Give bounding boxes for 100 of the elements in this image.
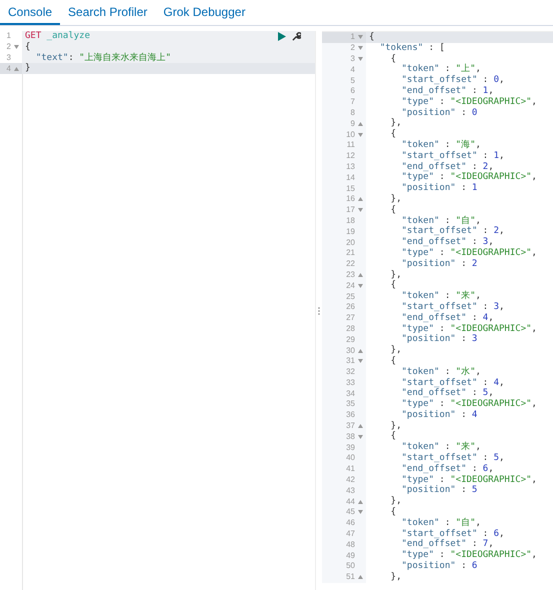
wrench-icon[interactable] bbox=[292, 32, 301, 41]
code-line: "start_offset" : 3, bbox=[400, 302, 504, 313]
code-line: "start_offset" : 1, bbox=[400, 150, 504, 162]
fold-open-icon[interactable] bbox=[358, 359, 362, 364]
code-line: "position" : 0 bbox=[400, 108, 478, 118]
fold-open-icon[interactable] bbox=[358, 56, 362, 61]
tab[interactable]: Grok Debugger bbox=[155, 0, 254, 25]
line-number: 26 bbox=[346, 303, 355, 312]
fold-open-icon[interactable] bbox=[358, 510, 362, 514]
line-number: 11 bbox=[346, 141, 355, 150]
code-line: "token" : "来", bbox=[400, 442, 481, 453]
line-number: 7 bbox=[350, 98, 355, 106]
fold-open-icon[interactable] bbox=[358, 35, 362, 40]
tab[interactable]: Search Profiler bbox=[60, 0, 156, 25]
line-number: 12 bbox=[346, 152, 355, 160]
fold-close-icon[interactable] bbox=[358, 348, 362, 352]
fold-open-icon[interactable] bbox=[358, 284, 362, 288]
code-line: { bbox=[390, 356, 396, 367]
code-line: "token" : "水", bbox=[400, 366, 481, 378]
line-number: 41 bbox=[346, 465, 355, 474]
fold-close-icon[interactable] bbox=[358, 575, 362, 580]
line-number: 23 bbox=[346, 270, 355, 279]
code-line: { bbox=[24, 42, 30, 53]
resize-handle-icon[interactable] bbox=[318, 306, 320, 314]
line-number: 3 bbox=[350, 54, 355, 63]
line-number: 8 bbox=[350, 108, 355, 117]
code-line: "token" : "上", bbox=[400, 64, 481, 75]
play-icon[interactable] bbox=[278, 32, 286, 41]
code-line: "text": "上海自来水来自海上" bbox=[34, 52, 172, 64]
code-line: { bbox=[368, 32, 374, 43]
code-line: }, bbox=[390, 496, 402, 507]
code-line: "position" : 2 bbox=[400, 258, 478, 270]
line-number: 17 bbox=[346, 206, 355, 214]
line-number: 43 bbox=[346, 486, 355, 495]
code-line: }, bbox=[390, 270, 402, 280]
code-line: { bbox=[390, 129, 396, 140]
code-line: "end_offset" : 3, bbox=[400, 237, 494, 248]
code-line: "type" : "<IDEOGRAPHIC>", bbox=[400, 172, 537, 183]
code-line: "token" : "自", bbox=[400, 518, 481, 529]
code-line: "start_offset" : 2, bbox=[400, 226, 504, 237]
code-line: "token" : "海", bbox=[400, 140, 481, 151]
line-number: 46 bbox=[346, 519, 355, 528]
fold-open-icon[interactable] bbox=[14, 45, 18, 50]
code-line: }, bbox=[390, 572, 402, 583]
line-number: 40 bbox=[346, 454, 355, 462]
code-line: "position" : 4 bbox=[400, 410, 478, 421]
line-number: 44 bbox=[346, 498, 355, 506]
code-line: "start_offset" : 4, bbox=[400, 378, 504, 388]
code-line: "token" : "自", bbox=[400, 216, 481, 226]
line-number: 2 bbox=[6, 43, 11, 52]
line-number: 33 bbox=[346, 378, 355, 387]
code-line: }, bbox=[390, 420, 402, 431]
line-number: 13 bbox=[346, 162, 355, 171]
line-number: 34 bbox=[346, 390, 355, 398]
fold-close-icon[interactable] bbox=[14, 66, 18, 71]
line-number: 2 bbox=[350, 44, 355, 52]
code-line: "position" : 6 bbox=[400, 561, 478, 572]
code-line: { bbox=[390, 431, 396, 442]
line-number: 36 bbox=[346, 411, 355, 420]
fold-close-icon[interactable] bbox=[358, 197, 362, 202]
line-number: 49 bbox=[346, 552, 355, 560]
line-number: 21 bbox=[346, 249, 355, 258]
code-line: "type" : "<IDEOGRAPHIC>", bbox=[400, 96, 537, 108]
code-line: "type" : "<IDEOGRAPHIC>", bbox=[400, 399, 537, 410]
code-line: { bbox=[390, 280, 396, 292]
line-number: 19 bbox=[346, 228, 355, 236]
code-line: GET _analyze bbox=[24, 31, 90, 42]
code-line: }, bbox=[390, 194, 402, 205]
line-number: 42 bbox=[346, 476, 355, 484]
code-line: "position" : 3 bbox=[400, 334, 478, 346]
line-number: 38 bbox=[346, 432, 355, 441]
fold-open-icon[interactable] bbox=[358, 434, 362, 439]
line-number: 10 bbox=[346, 130, 355, 139]
line-number: 3 bbox=[6, 54, 11, 62]
code-line: "end_offset" : 2, bbox=[400, 162, 494, 172]
fold-close-icon[interactable] bbox=[358, 122, 362, 126]
fold-open-icon[interactable] bbox=[358, 132, 362, 137]
fold-close-icon[interactable] bbox=[358, 500, 362, 504]
line-number: 47 bbox=[346, 530, 355, 538]
code-line: "start_offset" : 0, bbox=[400, 75, 504, 86]
line-number: 51 bbox=[346, 573, 355, 582]
tab[interactable]: Console bbox=[0, 0, 60, 25]
fold-close-icon[interactable] bbox=[358, 272, 362, 277]
line-number: 28 bbox=[346, 324, 355, 333]
code-line: "end_offset" : 7, bbox=[400, 539, 494, 550]
line-number: 31 bbox=[346, 357, 355, 366]
code-line: "type" : "<IDEOGRAPHIC>", bbox=[400, 550, 537, 561]
line-number: 9 bbox=[350, 120, 355, 128]
line-number: 37 bbox=[346, 422, 355, 430]
line-number: 6 bbox=[350, 87, 355, 96]
code-line: "token" : "来", bbox=[400, 291, 481, 302]
code-line: "end_offset" : 5, bbox=[400, 388, 494, 399]
fold-close-icon[interactable] bbox=[358, 424, 362, 428]
code-line: }, bbox=[390, 118, 402, 129]
fold-open-icon[interactable] bbox=[358, 208, 362, 212]
code-line: "end_offset" : 1, bbox=[400, 86, 494, 97]
code-line: "start_offset" : 5, bbox=[400, 453, 504, 464]
line-number: 39 bbox=[346, 444, 355, 452]
fold-open-icon[interactable] bbox=[358, 46, 362, 50]
line-number: 48 bbox=[346, 540, 355, 549]
